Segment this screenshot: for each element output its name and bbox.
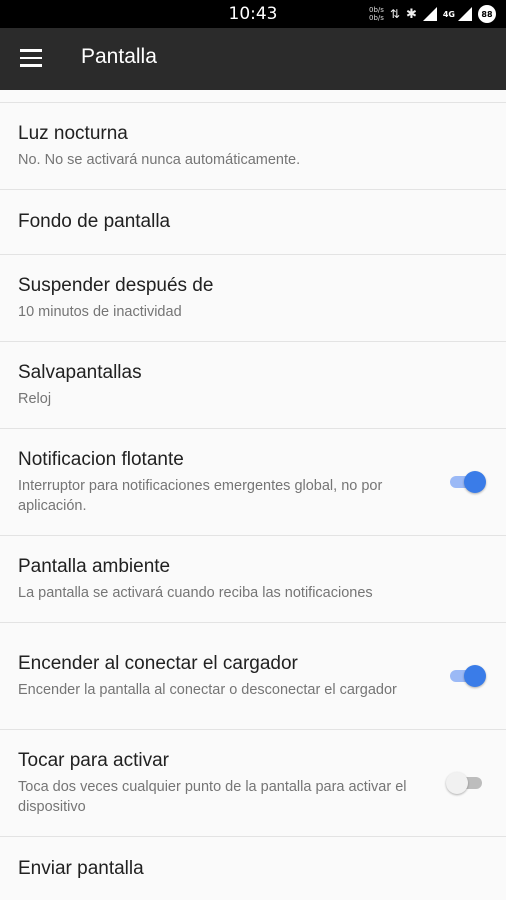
page-title: Pantalla	[81, 45, 157, 68]
encender-cargador-toggle[interactable]	[448, 665, 486, 687]
cell-signal-icon	[458, 7, 472, 21]
notificacion-flotante-toggle[interactable]	[448, 471, 486, 493]
wifi-signal-icon	[422, 7, 437, 21]
setting-enviar-pantalla[interactable]: Enviar pantalla	[0, 837, 506, 900]
setting-luz-nocturna[interactable]: Luz nocturna No. No se activará nunca au…	[0, 103, 506, 189]
app-bar: Pantalla	[0, 28, 506, 90]
bluetooth-icon: ✱	[405, 6, 417, 22]
setting-encender-cargador[interactable]: Encender al conectar el cargador Encende…	[0, 623, 506, 729]
setting-fondo-de-pantalla[interactable]: Fondo de pantalla	[0, 190, 506, 254]
settings-list: Luz nocturna No. No se activará nunca au…	[0, 90, 506, 900]
network-speed: 0b/s 0b/s	[368, 6, 384, 22]
setting-tocar-para-activar[interactable]: Tocar para activar Toca dos veces cualqu…	[0, 730, 506, 836]
status-icons: 0b/s 0b/s ⇅ ✱ 4G 88	[369, 4, 496, 24]
setting-suspender[interactable]: Suspender después de 10 minutos de inact…	[0, 255, 506, 341]
setting-notificacion-flotante[interactable]: Notificacion flotante Interruptor para n…	[0, 429, 506, 535]
battery-icon: 88	[478, 5, 496, 23]
status-bar: 10:43 0b/s 0b/s ⇅ ✱ 4G 88	[0, 0, 506, 28]
setting-salvapantallas[interactable]: Salvapantallas Reloj	[0, 342, 506, 428]
menu-icon[interactable]	[20, 49, 42, 67]
setting-pantalla-ambiente[interactable]: Pantalla ambiente La pantalla se activar…	[0, 536, 506, 622]
tocar-para-activar-toggle[interactable]	[446, 772, 484, 794]
network-type: 4G	[442, 9, 455, 19]
data-transfer-icon: ⇅	[389, 7, 400, 21]
